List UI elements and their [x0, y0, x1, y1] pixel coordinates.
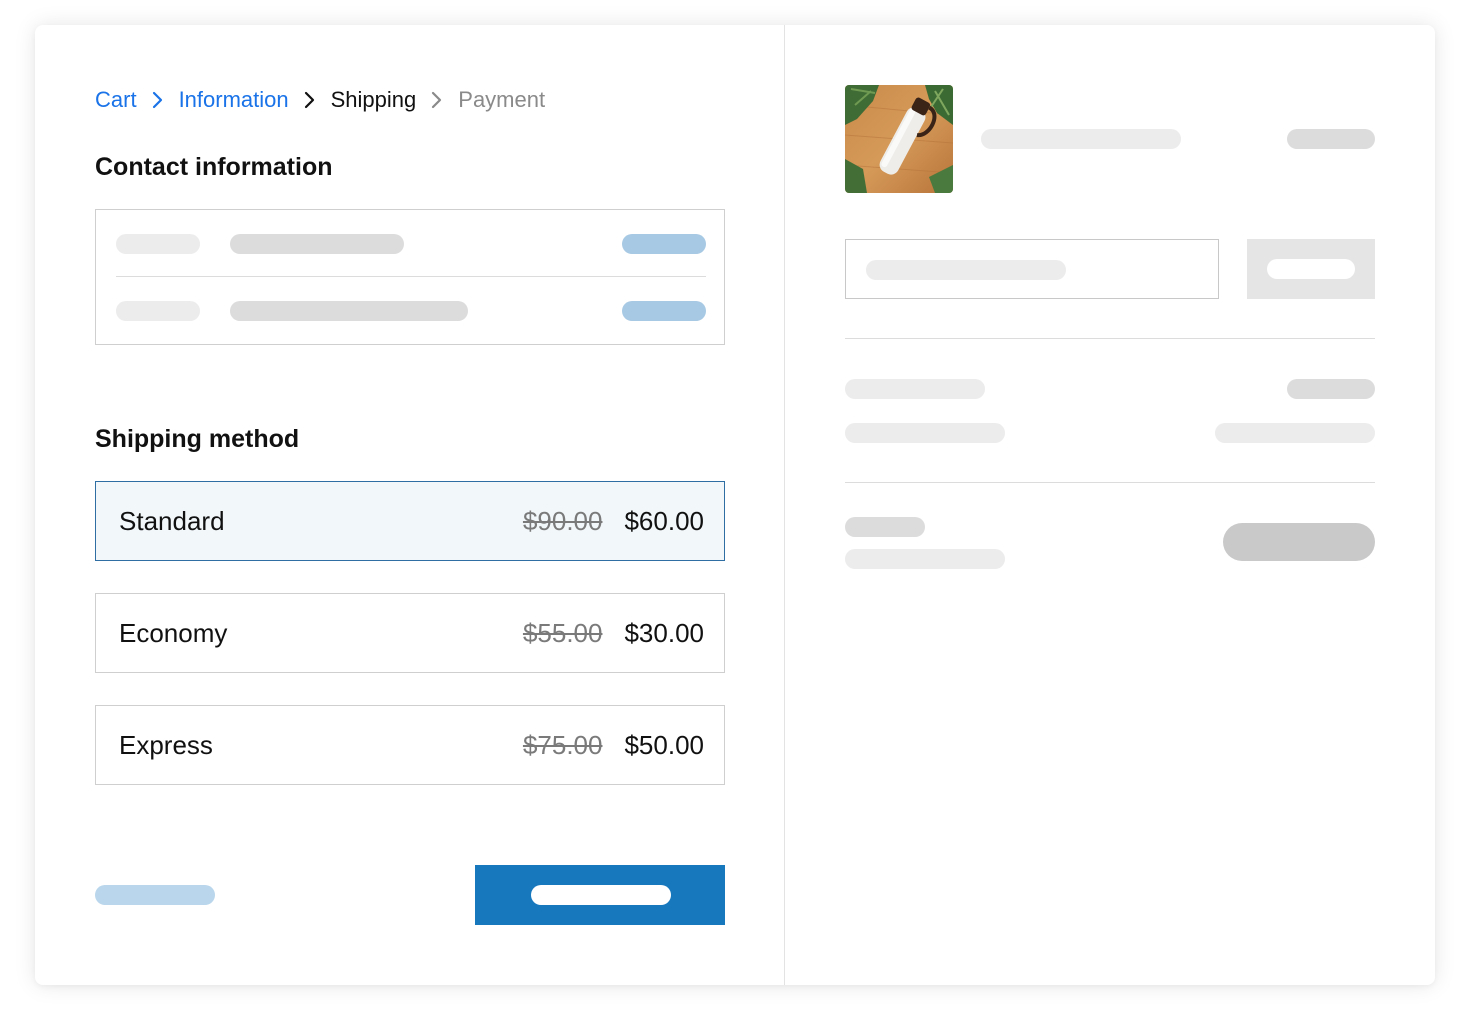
- divider: [116, 276, 706, 277]
- shipping-value-placeholder: [1215, 423, 1375, 443]
- product-price-placeholder: [1287, 129, 1375, 149]
- order-summary-column: [785, 25, 1435, 985]
- contact-change-link-placeholder[interactable]: [622, 234, 706, 254]
- shipping-option-old-price: $55.00: [522, 617, 603, 648]
- button-label-placeholder: [531, 885, 671, 905]
- shipping-option-economy[interactable]: Economy $55.00 $30.00: [95, 593, 725, 673]
- checkout-card: Cart Information Shipping Payment Contac…: [35, 25, 1435, 985]
- apply-discount-button[interactable]: [1247, 239, 1375, 299]
- shipping-option-price: $50.00: [624, 729, 704, 760]
- button-label-placeholder: [1267, 259, 1355, 279]
- shipping-option-name: Standard: [119, 505, 225, 536]
- subtotal-label-placeholder: [845, 379, 985, 399]
- shipto-row-label-placeholder: [116, 301, 200, 321]
- shipto-change-link-placeholder[interactable]: [622, 301, 706, 321]
- return-to-information-link-placeholder[interactable]: [95, 885, 215, 905]
- chevron-right-icon: [416, 91, 458, 109]
- total-label-placeholder: [845, 517, 925, 537]
- shipping-option-old-price: $75.00: [522, 729, 603, 760]
- shipping-option-name: Economy: [119, 617, 228, 648]
- shipto-row-value-placeholder: [230, 301, 468, 321]
- divider: [845, 482, 1375, 483]
- total-value-placeholder: [1223, 523, 1375, 561]
- shipping-option-price: $30.00: [624, 617, 704, 648]
- contact-information-title: Contact information: [95, 153, 333, 181]
- shipping-option-standard[interactable]: Standard $90.00 $60.00: [95, 481, 725, 561]
- shipping-label-placeholder: [845, 423, 1005, 443]
- checkout-main-column: Cart Information Shipping Payment Contac…: [35, 25, 785, 985]
- breadcrumb-cart[interactable]: Cart: [95, 87, 137, 113]
- breadcrumb-payment: Payment: [458, 87, 546, 112]
- contact-row-label-placeholder: [116, 234, 200, 254]
- subtotal-value-placeholder: [1287, 379, 1375, 399]
- shipping-option-express[interactable]: Express $75.00 $50.00: [95, 705, 725, 785]
- divider: [845, 338, 1375, 339]
- breadcrumb-shipping: Shipping: [330, 87, 417, 112]
- chevron-right-icon: [137, 91, 179, 109]
- breadcrumb-information[interactable]: Information: [179, 87, 289, 113]
- shipping-option-price: $60.00: [624, 505, 704, 536]
- discount-placeholder-text: [866, 260, 1066, 280]
- contact-row-value-placeholder: [230, 234, 404, 254]
- shipping-method-title: Shipping method: [95, 425, 300, 453]
- continue-to-payment-button[interactable]: [475, 865, 725, 925]
- product-name-placeholder: [981, 129, 1181, 149]
- shipping-option-name: Express: [119, 729, 213, 760]
- contact-information-box: [95, 209, 725, 345]
- breadcrumb: Cart Information Shipping Payment: [95, 85, 545, 115]
- tax-note-placeholder: [845, 549, 1005, 569]
- product-thumbnail-image: [845, 85, 953, 193]
- shipping-option-old-price: $90.00: [522, 505, 603, 536]
- discount-code-input[interactable]: [845, 239, 1219, 299]
- chevron-right-icon: [289, 91, 331, 109]
